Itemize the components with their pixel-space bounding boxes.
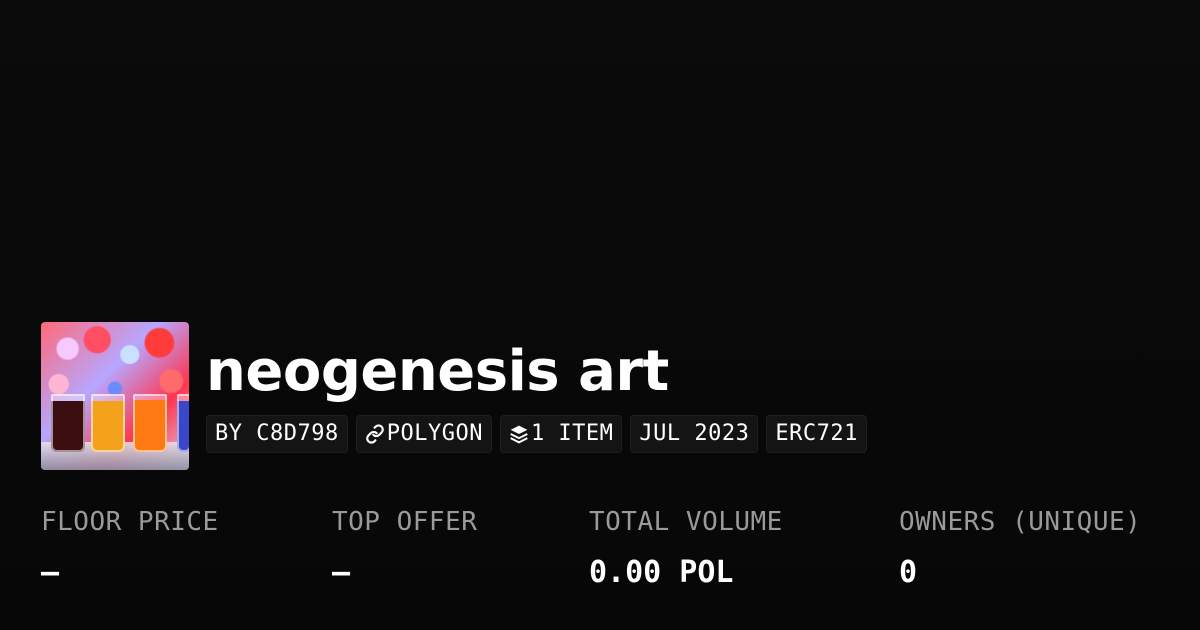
collection-title: neogenesis art: [206, 339, 669, 404]
stat-owners-label: OWNERS (UNIQUE): [899, 507, 1142, 537]
standard-badge: ERC721: [766, 415, 867, 453]
stat-total-volume: TOTAL VOLUME 0.00 POL: [589, 505, 783, 591]
standard-badge-label: ERC721: [775, 421, 858, 446]
chain-badge-label: POLYGON: [386, 421, 483, 446]
creator-badge-label: BY C8D798: [215, 421, 339, 446]
items-badge[interactable]: 1 ITEM: [499, 415, 623, 453]
creator-badge[interactable]: BY C8D798: [206, 415, 348, 453]
collection-card: neogenesis art BY C8D798 POLYGON 1 ITEM …: [0, 0, 1200, 630]
stat-floor-price-label: FLOOR PRICE: [41, 507, 219, 537]
stat-top-offer-value: –: [332, 555, 351, 590]
stat-floor-price-value: –: [41, 555, 60, 590]
thumbnail-glass-3: [133, 394, 167, 452]
stat-floor-price: FLOOR PRICE –: [41, 505, 219, 591]
stat-top-offer: TOP OFFER –: [332, 505, 477, 591]
stat-total-volume-label: TOTAL VOLUME: [589, 507, 783, 537]
date-badge-label: JUL 2023: [639, 421, 750, 446]
date-badge: JUL 2023: [630, 415, 759, 453]
thumbnail-glass-1: [51, 394, 85, 452]
stat-owners-value: 0: [899, 555, 918, 590]
stat-top-offer-label: TOP OFFER: [332, 507, 478, 537]
thumbnail-glass-4: [177, 394, 189, 452]
stat-owners: OWNERS (UNIQUE) 0: [899, 505, 1141, 591]
link-icon: [365, 424, 385, 444]
chain-badge[interactable]: POLYGON: [355, 415, 492, 453]
items-badge-label: 1 ITEM: [530, 421, 614, 446]
layers-icon: [509, 424, 529, 444]
collection-badges: BY C8D798 POLYGON 1 ITEM JUL 2023 ERC721: [206, 415, 867, 453]
thumbnail-glass-2: [91, 394, 125, 452]
stat-total-volume-value: 0.00 POL: [589, 555, 734, 590]
collection-thumbnail[interactable]: [41, 322, 189, 470]
